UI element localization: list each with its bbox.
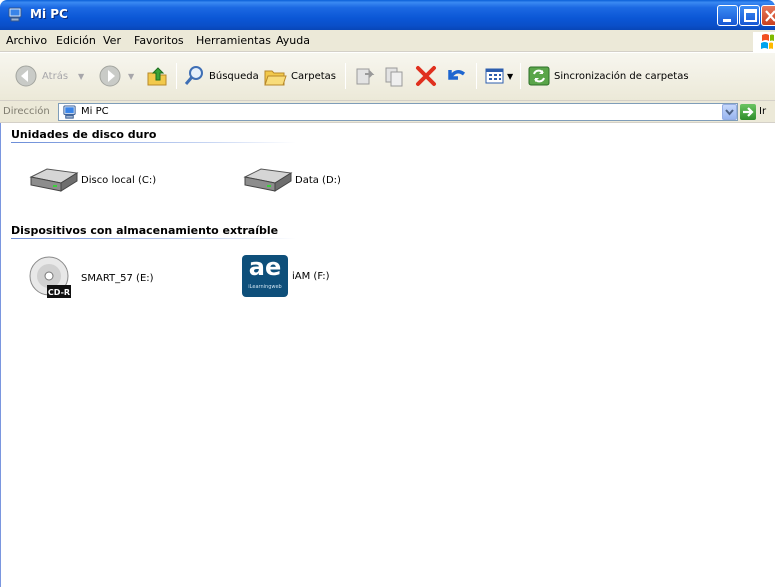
toolbar-separator — [520, 63, 521, 89]
group-divider — [11, 238, 296, 239]
my-computer-icon — [63, 105, 76, 119]
forward-arrow-icon — [99, 65, 121, 87]
drive-label: iAM (F:) — [292, 270, 330, 282]
menu-herramientas[interactable]: Herramientas — [196, 34, 271, 47]
address-bar: Dirección Mi PC Ir — [0, 101, 775, 123]
iam-logo-subtext: iLearningweb — [248, 284, 282, 290]
toolbar-separator — [345, 63, 346, 89]
menu-favoritos[interactable]: Favoritos — [134, 34, 184, 47]
minimize-button[interactable] — [717, 5, 738, 26]
group-divider — [11, 142, 296, 143]
drive-d[interactable]: Data (D:) — [241, 165, 341, 195]
search-button[interactable]: Búsqueda — [183, 61, 259, 91]
back-button[interactable]: Atrás ▼ — [14, 61, 84, 91]
address-input[interactable]: Mi PC — [58, 103, 738, 121]
address-dropdown-button[interactable] — [722, 104, 737, 120]
move-to-button[interactable] — [354, 61, 376, 91]
search-icon — [184, 66, 203, 85]
go-arrow-icon — [743, 107, 754, 117]
drive-c[interactable]: Disco local (C:) — [27, 165, 156, 195]
delete-button[interactable] — [414, 61, 438, 91]
back-dropdown-icon[interactable]: ▼ — [78, 72, 84, 81]
go-label[interactable]: Ir — [759, 106, 766, 117]
hard-drive-icon — [243, 168, 293, 192]
copy-to-button[interactable] — [384, 61, 406, 91]
toolbar-separator — [476, 63, 477, 89]
delete-icon — [416, 66, 436, 86]
menu-ayuda[interactable]: Ayuda — [276, 34, 310, 47]
close-button[interactable] — [761, 5, 775, 26]
window-title: Mi PC — [30, 7, 68, 21]
go-button[interactable] — [740, 104, 756, 120]
title-bar[interactable]: Mi PC — [0, 0, 775, 30]
forward-dropdown-icon[interactable]: ▼ — [128, 72, 134, 81]
views-icon — [485, 68, 504, 84]
sync-label: Sincronización de carpetas — [554, 70, 689, 82]
menu-bar: Archivo Edición Ver Favoritos Herramient… — [0, 30, 775, 52]
up-folder-button[interactable] — [145, 61, 169, 91]
hard-drive-icon — [29, 168, 79, 192]
group-header-removable: Dispositivos con almacenamiento extraíbl… — [11, 224, 279, 237]
views-dropdown-icon[interactable]: ▼ — [507, 72, 513, 81]
chevron-down-icon — [725, 109, 734, 116]
iam-logo-mark: ae — [248, 253, 282, 281]
my-computer-icon — [8, 7, 22, 22]
folders-button[interactable]: Carpetas — [263, 61, 336, 91]
iam-logo-icon: ae iLearningweb — [242, 253, 288, 297]
cd-drive-icon: CD-R — [29, 256, 71, 298]
undo-button[interactable] — [444, 61, 468, 91]
drive-f[interactable]: ae iLearningweb iAM (F:) — [242, 253, 330, 297]
copy-to-icon — [385, 67, 403, 87]
windows-flag-icon — [753, 32, 775, 52]
address-label: Dirección — [3, 106, 50, 117]
address-value: Mi PC — [81, 106, 109, 117]
move-to-icon — [356, 68, 375, 85]
cd-badge-text: CD-R — [48, 288, 70, 297]
up-folder-icon — [147, 67, 167, 86]
drive-label: SMART_57 (E:) — [81, 272, 154, 284]
back-label: Atrás — [42, 70, 69, 82]
views-button[interactable]: ▼ — [484, 61, 513, 91]
drive-e[interactable]: CD-R SMART_57 (E:) — [27, 255, 154, 301]
group-header-hard-disks: Unidades de disco duro — [11, 128, 157, 141]
back-arrow-icon — [15, 65, 37, 87]
forward-button[interactable]: ▼ — [98, 61, 134, 91]
standard-toolbar: Atrás ▼ ▼ Búsqueda Carpetas ▼ Sincroniza… — [0, 53, 775, 101]
folder-sync-button[interactable]: Sincronización de carpetas — [528, 61, 689, 91]
menu-archivo[interactable]: Archivo — [6, 34, 47, 47]
toolbar-separator — [176, 63, 177, 89]
undo-icon — [448, 70, 466, 80]
search-label: Búsqueda — [209, 70, 259, 82]
drive-label: Disco local (C:) — [81, 174, 157, 186]
maximize-button[interactable] — [739, 5, 760, 26]
menu-edicion[interactable]: Edición — [56, 34, 96, 47]
sync-icon — [528, 66, 550, 86]
menu-ver[interactable]: Ver — [103, 34, 121, 47]
file-view[interactable]: Unidades de disco duro Disco local (C:) … — [0, 123, 775, 587]
folders-label: Carpetas — [291, 70, 336, 82]
folders-icon — [264, 70, 287, 86]
drive-label: Data (D:) — [295, 174, 341, 186]
